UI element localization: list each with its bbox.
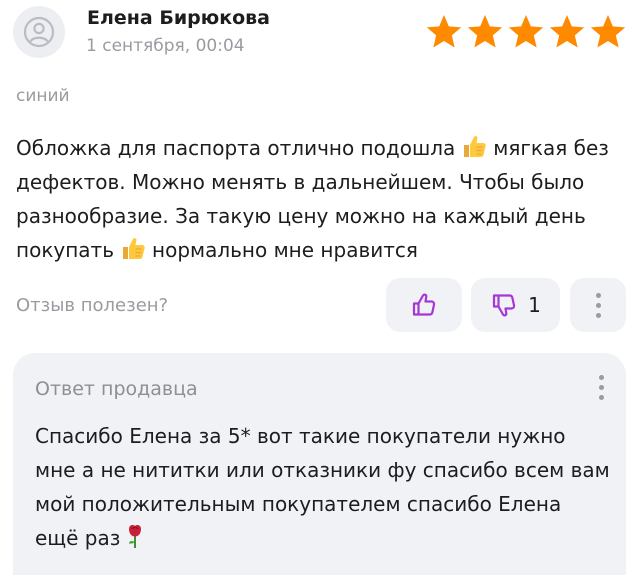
seller-reply-body: Спасибо Елена за 5* вот такие покупатели… bbox=[35, 424, 610, 550]
review-more-menu-button[interactable] bbox=[570, 278, 626, 332]
star-icon bbox=[467, 15, 503, 48]
review-text-part-3: нормально мне нравится bbox=[152, 238, 418, 262]
star-icon bbox=[549, 15, 585, 48]
star-icon bbox=[508, 15, 544, 48]
helpful-question: Отзыв полезен? bbox=[16, 295, 169, 316]
star-icon bbox=[590, 15, 626, 48]
review-text: Обложка для паспорта отлично подошла мяг… bbox=[16, 131, 628, 267]
seller-reply-text: Спасибо Елена за 5* вот такие покупатели… bbox=[35, 419, 610, 555]
seller-reply-title: Ответ продавца bbox=[35, 378, 198, 400]
dislike-button[interactable]: 1 bbox=[471, 278, 560, 332]
rose-emoji-icon bbox=[129, 525, 142, 548]
star-rating bbox=[424, 12, 628, 52]
review-date: 1 сентября, 00:04 bbox=[86, 36, 245, 56]
product-variant: синий bbox=[16, 86, 70, 106]
more-vertical-icon bbox=[595, 292, 601, 318]
thumbs-up-icon bbox=[412, 293, 436, 316]
user-icon bbox=[23, 16, 55, 48]
review-text-part-1: Обложка для паспорта отлично подошла bbox=[16, 136, 456, 160]
author-name: Елена Бирюкова bbox=[87, 7, 271, 29]
thumbs-down-icon bbox=[493, 294, 516, 317]
seller-reply-menu-button[interactable] bbox=[599, 375, 604, 400]
star-icon bbox=[426, 15, 462, 48]
dislike-count: 1 bbox=[528, 293, 541, 317]
avatar[interactable] bbox=[13, 6, 65, 58]
more-vertical-icon bbox=[599, 375, 604, 400]
thumbs-up-emoji-icon bbox=[464, 136, 486, 157]
seller-reply: Ответ продавца Спасибо Елена за 5* вот т… bbox=[13, 353, 626, 575]
thumbs-up-emoji-icon bbox=[123, 238, 145, 259]
like-button[interactable] bbox=[386, 278, 462, 332]
